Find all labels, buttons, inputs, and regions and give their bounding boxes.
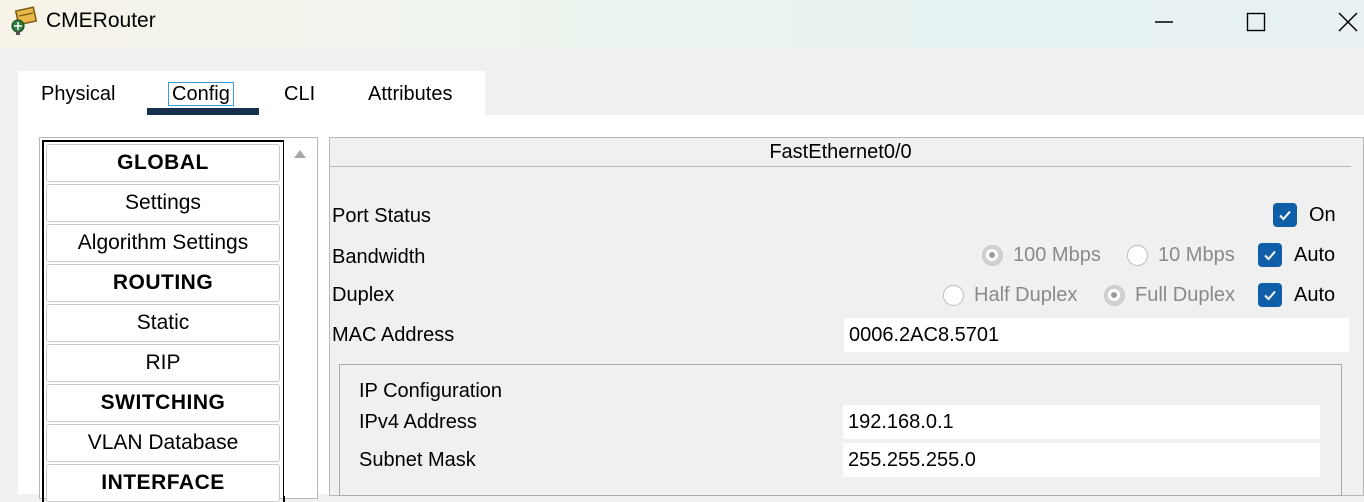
tab-config[interactable]: Config <box>168 82 234 106</box>
scroll-up-icon[interactable] <box>294 150 306 158</box>
port-status-label: Port Status <box>332 205 431 227</box>
interface-form: FastEthernet0/0 Port Status On Bandwidth… <box>329 137 1364 496</box>
mac-address-field[interactable]: 0006.2AC8.5701 <box>844 318 1349 352</box>
bandwidth-100-radio[interactable] <box>982 245 1003 266</box>
maximize-icon <box>1246 12 1266 32</box>
title-bar: CMERouter <box>0 0 1364 48</box>
config-panel: GLOBAL Settings Algorithm Settings ROUTI… <box>18 115 1364 502</box>
port-status-on-label: On <box>1309 203 1336 226</box>
checkmark-icon <box>1264 290 1276 301</box>
nav-item-static[interactable]: Static <box>46 304 280 342</box>
nav-item-vlan-database[interactable]: VLAN Database <box>46 424 280 462</box>
minimize-button[interactable] <box>1141 6 1187 38</box>
tab-strip: Physical Config CLI Attributes <box>18 71 485 115</box>
duplex-auto-label: Auto <box>1294 283 1336 306</box>
ip-configuration-group: IP Configuration IPv4 Address 192.168.0.… <box>339 364 1342 496</box>
close-icon <box>1338 12 1358 32</box>
router-app-icon <box>8 6 40 36</box>
bandwidth-auto-option[interactable]: Auto <box>1258 243 1335 267</box>
nav-scrollbar[interactable] <box>284 138 315 496</box>
bandwidth-10-option[interactable]: 10 Mbps <box>1127 244 1235 267</box>
bandwidth-label: Bandwidth <box>332 246 426 268</box>
bandwidth-auto-checkbox[interactable] <box>1258 243 1282 267</box>
duplex-full-option[interactable]: Full Duplex <box>1104 284 1235 307</box>
tab-physical[interactable]: Physical <box>41 81 115 107</box>
ipv4-address-field[interactable]: 192.168.0.1 <box>843 405 1320 439</box>
ip-configuration-title: IP Configuration <box>359 380 503 402</box>
subnet-mask-field[interactable]: 255.255.255.0 <box>843 443 1320 477</box>
nav-header-switching: SWITCHING <box>46 384 280 422</box>
checkmark-icon <box>1264 250 1276 261</box>
mac-address-label: MAC Address <box>332 324 455 346</box>
duplex-half-label: Half Duplex <box>974 284 1078 306</box>
bandwidth-100-option[interactable]: 100 Mbps <box>982 244 1101 267</box>
tab-attributes[interactable]: Attributes <box>368 81 452 107</box>
minimize-icon <box>1155 21 1173 23</box>
bandwidth-10-label: 10 Mbps <box>1158 244 1235 266</box>
duplex-auto-option[interactable]: Auto <box>1258 283 1335 307</box>
tab-cli[interactable]: CLI <box>284 81 315 107</box>
active-tab-indicator <box>147 108 259 115</box>
interface-title: FastEthernet0/0 <box>330 138 1351 167</box>
nav-list: GLOBAL Settings Algorithm Settings ROUTI… <box>42 140 285 502</box>
subnet-mask-label: Subnet Mask <box>359 449 476 471</box>
nav-header-routing: ROUTING <box>46 264 280 302</box>
maximize-button[interactable] <box>1233 6 1279 38</box>
duplex-full-radio[interactable] <box>1104 285 1125 306</box>
nav-panel: GLOBAL Settings Algorithm Settings ROUTI… <box>39 137 318 502</box>
duplex-full-label: Full Duplex <box>1135 284 1236 306</box>
port-status-checkbox[interactable] <box>1273 203 1297 227</box>
duplex-label: Duplex <box>332 284 395 306</box>
bandwidth-10-radio[interactable] <box>1127 245 1148 266</box>
ipv4-address-label: IPv4 Address <box>359 411 477 433</box>
nav-item-settings[interactable]: Settings <box>46 184 280 222</box>
close-button[interactable] <box>1325 6 1364 38</box>
bandwidth-auto-label: Auto <box>1294 243 1336 266</box>
duplex-half-option[interactable]: Half Duplex <box>943 284 1077 307</box>
duplex-auto-checkbox[interactable] <box>1258 283 1282 307</box>
duplex-half-radio[interactable] <box>943 285 964 306</box>
checkmark-icon <box>1279 210 1291 221</box>
bandwidth-100-label: 100 Mbps <box>1013 244 1101 266</box>
port-status-on[interactable]: On <box>1273 203 1336 227</box>
window-title: CMERouter <box>46 9 156 32</box>
nav-item-rip[interactable]: RIP <box>46 344 280 382</box>
nav-header-interface: INTERFACE <box>46 464 280 502</box>
nav-item-algorithm-settings[interactable]: Algorithm Settings <box>46 224 280 262</box>
nav-header-global: GLOBAL <box>46 144 280 182</box>
